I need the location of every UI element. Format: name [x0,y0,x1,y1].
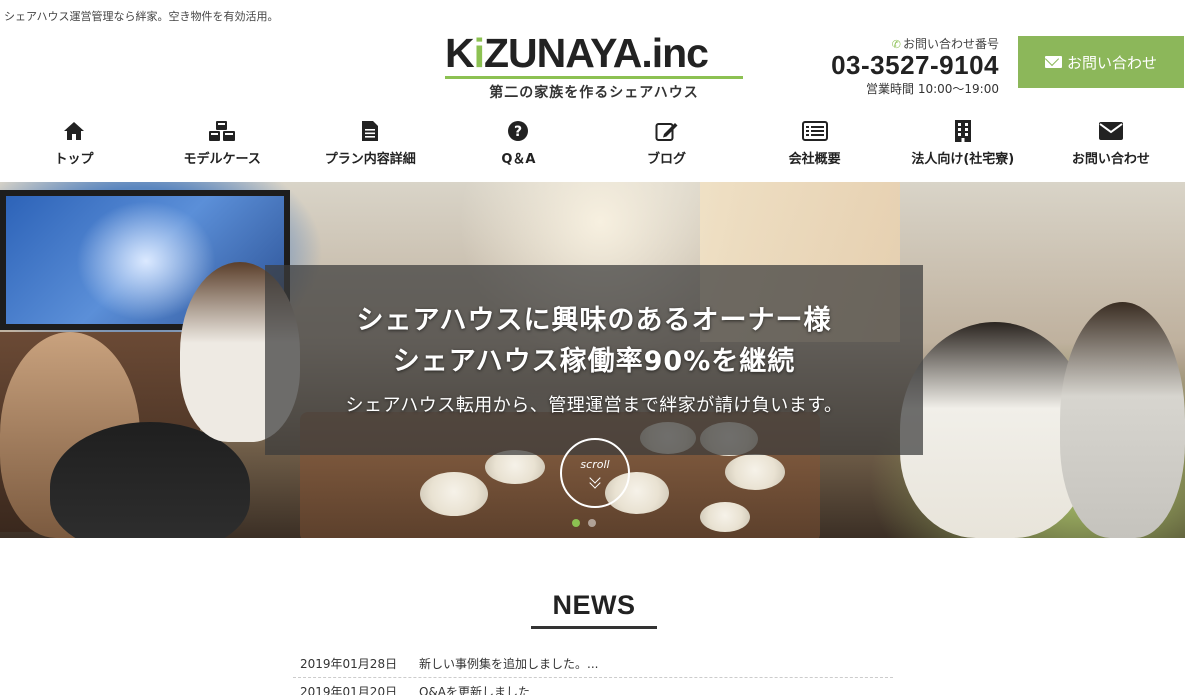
hero-subtitle: シェアハウス転用から、管理運営まで絆家が請け負います。 [345,395,843,416]
scroll-label: scroll [580,458,610,471]
slider-dots [572,519,596,527]
scroll-button[interactable]: scroll [560,438,630,508]
nav-label: モデルケース [183,152,261,167]
envelope-icon [1044,56,1062,68]
building-icon [954,118,972,144]
logo-subtitle: 第二の家族を作るシェアハウス [489,85,699,101]
hero-photo-plate [725,454,785,490]
phone-number[interactable]: 03-3527-9104 [831,51,999,79]
cubes-icon [208,118,236,144]
nav-item-corporate[interactable]: 法人向け(社宅寮) [889,118,1037,182]
question-circle-icon: ? [507,118,529,144]
hero-slider[interactable]: シェアハウスに興味のあるオーナー様 シェアハウス稼働率90%を継続 シェアハウス… [0,182,1185,538]
news-date: 2019年01月28日 [300,657,398,671]
nav-item-plan-details[interactable]: プラン内容詳細 [296,118,444,182]
logo-underline [445,76,743,79]
document-icon [361,118,379,144]
envelope-icon [1098,118,1124,144]
svg-text:?: ? [514,124,522,140]
hero-photo-person [1060,302,1185,538]
nav-item-qa[interactable]: ? Q＆A [444,118,592,182]
site-logo[interactable]: KiZUNAYA.inc 第二の家族を作るシェアハウス [445,33,743,101]
news-list: 2019年01月28日 新しい事例集を追加しました。... 2019年01月20… [293,650,893,695]
contact-button[interactable]: お問い合わせ [1018,36,1184,88]
nav-label: トップ [54,152,94,167]
hero-caption: シェアハウスに興味のあるオーナー様 シェアハウス稼働率90%を継続 シェアハウス… [265,265,923,455]
news-date: 2019年01月20日 [300,685,398,695]
nav-item-blog[interactable]: ブログ [593,118,741,182]
news-heading-underline [531,626,657,629]
hero-photo-plate [420,472,488,516]
nav-label: 会社概要 [788,152,841,167]
hero-photo-plate [700,502,750,532]
news-item[interactable]: 2019年01月28日 新しい事例集を追加しました。... [293,650,893,678]
home-icon [63,118,85,144]
hero-photo-plate [485,450,545,484]
edit-icon [655,118,679,144]
nav-label: お問い合わせ [1071,152,1150,167]
nav-label: プラン内容詳細 [324,152,416,167]
list-card-icon [801,118,828,144]
nav-item-top[interactable]: トップ [0,118,148,182]
news-heading: NEWS [552,590,636,620]
nav-item-contact[interactable]: お問い合わせ [1037,118,1185,182]
hero-title: シェアハウスに興味のあるオーナー様 シェアハウス稼働率90%を継続 [265,300,923,382]
contact-block: ✆ お問い合わせ番号 03-3527-9104 営業時間 10:00〜19:00 [831,35,999,97]
nav-label: ブログ [647,152,687,167]
main-nav: トップ モデルケース プラン内容詳細 ? Q＆A ブログ 会社概要 法人向け(社… [0,118,1185,182]
logo-wordmark: KiZUNAYA.inc [445,30,709,76]
nav-label: Q＆A [501,152,536,167]
slider-dot[interactable] [572,519,580,527]
nav-item-model-case[interactable]: モデルケース [148,118,296,182]
news-title[interactable]: Q&Aを更新しました [419,683,893,695]
tagline: シェアハウス運営管理なら絆家。空き物件を有効活用。 [4,10,279,23]
hero-title-line2: シェアハウス稼働率90%を継続 [392,346,796,377]
business-hours: 営業時間 10:00〜19:00 [866,82,999,97]
contact-button-label: お問い合わせ [1066,53,1157,72]
hero-title-line1: シェアハウスに興味のあるオーナー様 [356,305,832,336]
news-item[interactable]: 2019年01月20日 Q&Aを更新しました [293,678,893,695]
news-title[interactable]: 新しい事例集を追加しました。... [419,655,893,672]
nav-label: 法人向け(社宅寮) [911,152,1015,167]
nav-item-company[interactable]: 会社概要 [741,118,889,182]
slider-dot[interactable] [588,519,596,527]
